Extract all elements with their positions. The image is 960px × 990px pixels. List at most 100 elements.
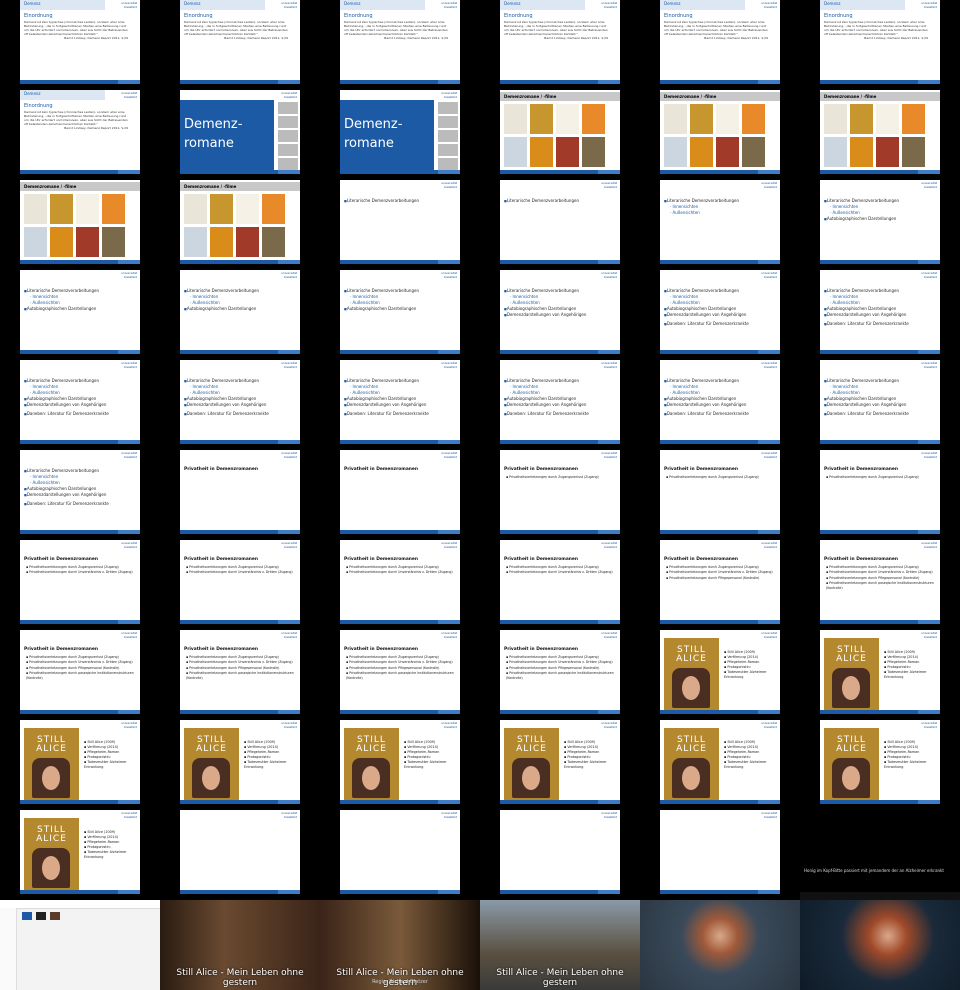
book-cover	[184, 194, 207, 224]
book-cover	[50, 227, 73, 257]
slide-footer-accent	[438, 710, 460, 714]
slide-thumbnail[interactable]: universität bielefeld Literarische Demenz…	[20, 270, 140, 354]
slide-thumbnail[interactable]: universität bielefeld Literarische Demenz…	[180, 360, 300, 444]
slide-footer-accent	[438, 440, 460, 444]
privatheit-list: ▪ Privatheitsverletzungen durch Zugangsv…	[666, 565, 776, 581]
slide-thumbnail[interactable]: universität bielefeldDemenzromane / -fil…	[820, 90, 940, 174]
slide-thumbnail[interactable]: universität bielefeld Literarische Demenz…	[500, 270, 620, 354]
gray-image-column	[278, 102, 298, 170]
video-thumbnail[interactable]	[640, 900, 800, 990]
slide-thumbnail[interactable]: universität bielefeld Privatheit in Demen…	[180, 630, 300, 714]
quote-text: Demenz ist kein typisches (chronisches L…	[824, 20, 928, 36]
slide-thumbnail[interactable]: universität bielefeldDemenzromane / -fil…	[500, 90, 620, 174]
slide-footer-accent	[118, 260, 140, 264]
video-file-icon	[50, 912, 60, 920]
slide-thumbnail[interactable]: universität bielefeldDemenzromane / -fil…	[660, 90, 780, 174]
slide-thumbnail[interactable]: universität bielefeld Literarische Demenz…	[820, 270, 940, 354]
slide-thumbnail[interactable]: Demenz universität bielefeld Einordnung Dem…	[340, 0, 460, 84]
slide-thumbnail[interactable]: universität bielefeld Literarische Demenz…	[500, 180, 620, 264]
slide-thumbnail[interactable]: universität bielefeld Privatheit in Demen…	[340, 540, 460, 624]
university-logo: universität bielefeld	[441, 181, 458, 189]
slide-thumbnail[interactable]: universität bielefeld Demenz-romane	[340, 90, 460, 174]
slide-thumbnail[interactable]: universität bielefeld Literarische Demenz…	[20, 450, 140, 534]
slide-thumbnail[interactable]: universität bielefeld Privatheit in Demen…	[820, 540, 940, 624]
book-covers	[664, 104, 766, 168]
slide-thumbnail[interactable]: universität bielefeld Privatheit in Demen…	[180, 540, 300, 624]
slide-title: Privatheit in Demenzromanen	[24, 557, 99, 562]
slide-thumbnail[interactable]: universität bielefeld	[500, 810, 620, 894]
slide-bullet-list: Literarische Demenzverarbeitungen· Innen…	[664, 378, 774, 417]
slide-thumbnail[interactable]: universität bielefeld	[340, 810, 460, 894]
video-thumbnail[interactable]: Still Alice - Mein Leben ohne gestern	[160, 900, 320, 990]
slide-thumbnail[interactable]: universität bielefeld Privatheit in Demen…	[500, 540, 620, 624]
slide-thumbnail[interactable]: universität bielefeld Literarische Demenz…	[660, 360, 780, 444]
slide-thumbnail[interactable]: universität bielefeld Demenz-romane	[180, 90, 300, 174]
bullet-item: ▪ Privatheitsverletzungen durch Zugangsv…	[506, 565, 599, 569]
slide-thumbnail[interactable]: universität bielefeld Privatheit in Demen…	[180, 450, 300, 534]
slide-thumbnail[interactable]: universität bielefeld STILL ALICE ▪ Still …	[180, 720, 300, 804]
slide-thumbnail[interactable]: universität bielefeld Literarische Demenz…	[820, 180, 940, 264]
university-logo: universität bielefeld	[921, 361, 938, 369]
slide-thumbnail[interactable]: Demenz universität bielefeld Einordnung Dem…	[820, 0, 940, 84]
slide-thumbnail[interactable]: universität bielefeld Literarische Demenz…	[500, 360, 620, 444]
slide-thumbnail[interactable]: universität bielefeld STILL ALICE ▪ Still …	[340, 720, 460, 804]
slide-title: Privatheit in Demenzromanen	[344, 647, 419, 652]
slide-thumbnail[interactable]: Demenz universität bielefeld Einordnung Dem…	[20, 0, 140, 84]
gray-placeholder	[278, 116, 298, 128]
slide-thumbnail[interactable]: universität bielefeldDemenzromane / -fil…	[180, 180, 300, 264]
bullet-item: ▪ Privatheitsverletzungen durch Zugangsv…	[826, 565, 919, 569]
slide-thumbnail[interactable]: universität bielefeld	[660, 810, 780, 894]
slide-thumbnail[interactable]: universität bielefeld Literarische Demenz…	[180, 270, 300, 354]
university-logo: universität bielefeld	[921, 631, 938, 639]
slide-footer-accent	[758, 170, 780, 174]
slide-thumbnail[interactable]: Demenz universität bielefeld Einordnung Dem…	[180, 0, 300, 84]
slide-thumbnail[interactable]: universität bielefeld Privatheit in Demen…	[20, 630, 140, 714]
thumbnail-subcaption: Regie: Richard Glatzer	[372, 979, 428, 985]
slide-footer-accent	[438, 530, 460, 534]
slide-thumbnail[interactable]: universität bielefeld STILL ALICE ▪ Still …	[500, 720, 620, 804]
slide-thumbnail[interactable]: universität bielefeld Privatheit in Demen…	[660, 450, 780, 534]
slide-thumbnail[interactable]: universität bielefeld STILL ALICE ▪ Still …	[820, 630, 940, 714]
slide-thumbnail[interactable]: universität bielefeld STILL ALICE ▪ Still …	[660, 630, 780, 714]
slide-thumbnail[interactable]: universität bielefeld Literarische Demenz…	[20, 360, 140, 444]
slide-thumbnail[interactable]: universität bielefeld Privatheit in Demen…	[340, 630, 460, 714]
slide-thumbnail[interactable]: universität bielefeld	[180, 810, 300, 894]
slide-thumbnail[interactable]: universität bielefeld Literarische Demenz…	[340, 180, 460, 264]
slide-thumbnail[interactable]: universität bielefeld Literarische Demenz…	[820, 360, 940, 444]
video-player-tile[interactable]: Honig im Kopf-Bitte passiert mit jemande…	[800, 810, 960, 900]
slide-thumbnail[interactable]: universität bielefeld Privatheit in Demen…	[500, 630, 620, 714]
slide-thumbnail[interactable]: Demenz universität bielefeld Einordnung Dem…	[20, 90, 140, 174]
book-covers	[504, 104, 606, 168]
privatheit-list: ▪ Privatheitsverletzungen durch Zugangsv…	[666, 475, 776, 480]
slide-thumbnail[interactable]: universität bielefeld Privatheit in Demen…	[820, 450, 940, 534]
university-logo: universität bielefeld	[761, 721, 778, 729]
slide-thumbnail[interactable]: universität bielefeld Privatheit in Demen…	[660, 540, 780, 624]
quote-source: Bernd Lindsey, Demenz Report 2011, S.29	[864, 36, 928, 40]
bullet-item: ▪ Privatheitsverletzungen durch Zugangsv…	[666, 475, 759, 479]
slide-bullet-list: Literarische Demenzverarbeitungen· Innen…	[24, 378, 134, 417]
slide-thumbnail[interactable]: Demenz universität bielefeld Einordnung Dem…	[660, 0, 780, 84]
slide-thumbnail[interactable]: universität bielefeld STILL ALICE ▪ Still …	[20, 720, 140, 804]
slide-thumbnail[interactable]: universität bielefeld Literarische Demenz…	[340, 270, 460, 354]
video-thumbnail[interactable]: Still Alice - Mein Leben ohne gestern Re…	[320, 900, 480, 990]
folder-icon	[22, 912, 32, 920]
slide-thumbnail[interactable]: universität bielefeld Privatheit in Demen…	[500, 450, 620, 534]
university-logo: universität bielefeld	[281, 271, 298, 279]
slide-footer-accent	[918, 350, 940, 354]
slide-thumbnail[interactable]: universität bielefeld Literarische Demenz…	[340, 360, 460, 444]
bullet-item: Autobiographischen Darstellungen	[24, 306, 134, 312]
file-explorer-thumbnail[interactable]	[0, 900, 160, 990]
slide-thumbnail[interactable]: universität bielefeld Literarische Demenz…	[660, 180, 780, 264]
video-thumbnail[interactable]: Still Alice - Mein Leben ohne gestern	[480, 900, 640, 990]
slide-thumbnail[interactable]: universität bielefeld STILL ALICE ▪ Still …	[20, 810, 140, 894]
book-covers	[824, 104, 926, 168]
slide-thumbnail[interactable]: universität bielefeld Privatheit in Demen…	[20, 540, 140, 624]
slide-thumbnail[interactable]: universität bielefeld Privatheit in Demen…	[340, 450, 460, 534]
slide-thumbnail[interactable]: universität bielefeld STILL ALICE ▪ Still …	[820, 720, 940, 804]
slide-thumbnail[interactable]: Demenz universität bielefeld Einordnung Dem…	[500, 0, 620, 84]
slide-thumbnail[interactable]: universität bielefeld STILL ALICE ▪ Still …	[660, 720, 780, 804]
slide-thumbnail[interactable]: universität bielefeldDemenzromane / -fil…	[20, 180, 140, 264]
slide-thumbnail[interactable]: universität bielefeld Literarische Demenz…	[660, 270, 780, 354]
video-control-bar[interactable]	[800, 892, 960, 900]
video-thumbnail[interactable]	[800, 900, 960, 990]
